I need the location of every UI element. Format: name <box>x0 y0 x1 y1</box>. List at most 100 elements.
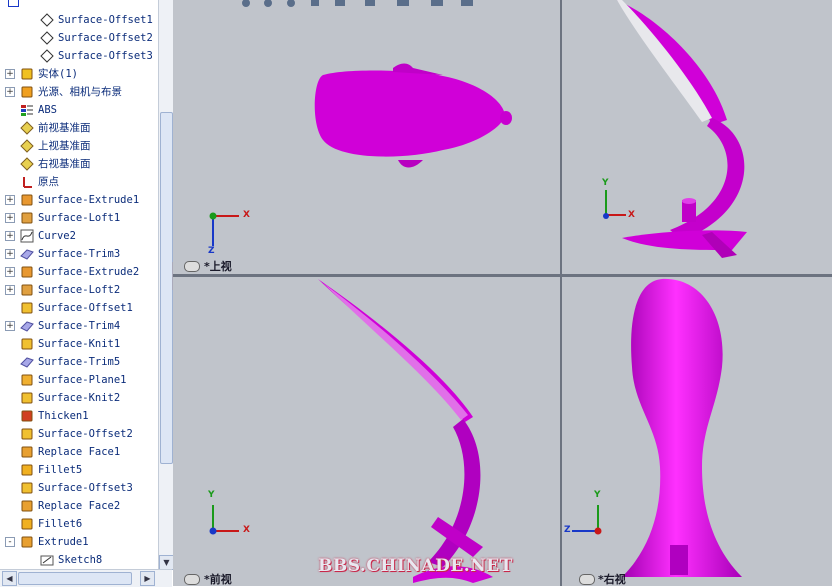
tree-item[interactable]: Surface-Offset3 <box>0 47 158 65</box>
expand-icon[interactable]: + <box>5 213 15 223</box>
tree-item-label: Surface-Trim5 <box>38 356 121 368</box>
tree-item[interactable]: + Curve2 <box>0 227 158 245</box>
tree-item-label: Surface-Offset2 <box>38 428 133 440</box>
expand-icon[interactable]: + <box>5 285 15 295</box>
tree-item[interactable]: Surface-Offset3 <box>0 479 158 497</box>
expand-icon[interactable]: + <box>5 249 15 259</box>
viewport-isometric[interactable]: Y X <box>562 0 832 274</box>
diamond-sketch-icon <box>40 49 54 63</box>
tree-item[interactable]: Replace Face1 <box>0 443 158 461</box>
collapse-icon[interactable]: - <box>5 537 15 547</box>
scroll-right-icon[interactable]: ▶ <box>140 571 155 586</box>
iso-view-model <box>603 0 747 258</box>
tree-item[interactable]: 上视基准面 <box>0 137 158 155</box>
scroll-down-icon[interactable]: ▼ <box>159 555 174 570</box>
axis-z-label-right: Z <box>564 525 571 535</box>
tree-item[interactable]: + 光源、相机与布景 <box>0 83 158 101</box>
tree-item-label: Replace Face1 <box>38 446 121 458</box>
tree-item[interactable]: Surface-Offset1 <box>0 299 158 317</box>
viewport-divider-vertical[interactable] <box>560 0 562 586</box>
fillet-icon <box>20 463 34 477</box>
expand-icon[interactable]: + <box>5 231 15 241</box>
tree-item-label: Surface-Plane1 <box>38 374 127 386</box>
tree-item-label: Surface-Offset1 <box>38 302 133 314</box>
tree-item[interactable]: + Surface-Extrude2 <box>0 263 158 281</box>
axis-y-label-front: Y <box>208 490 215 500</box>
tree-item[interactable]: 原点 <box>0 173 158 191</box>
viewport-right[interactable]: Y Z *右视 <box>562 277 832 586</box>
tree-item-label: Surface-Offset3 <box>58 50 153 62</box>
tree-item[interactable]: Surface-Knit2 <box>0 389 158 407</box>
plane-icon <box>20 157 34 171</box>
extrude-icon <box>20 535 34 549</box>
origin-icon <box>20 175 34 189</box>
scroll-left-icon[interactable]: ◀ <box>2 571 17 586</box>
tree-item[interactable]: + Surface-Trim3 <box>0 245 158 263</box>
hscroll-thumb[interactable] <box>18 572 132 585</box>
expand-icon[interactable]: + <box>5 321 15 331</box>
viewport-divider-horizontal[interactable] <box>173 274 832 277</box>
fillet-icon <box>20 517 34 531</box>
thicken-icon <box>20 409 34 423</box>
axis-triad-right <box>572 505 602 535</box>
tree-item[interactable]: Fillet6 <box>0 515 158 533</box>
view-link-icon[interactable] <box>184 261 200 272</box>
tree-item-label: 原点 <box>38 176 59 188</box>
axis-x-label: X <box>243 210 250 220</box>
tree-item[interactable]: 前视基准面 <box>0 119 158 137</box>
tree-item[interactable]: + Surface-Loft2 <box>0 281 158 299</box>
tree-vertical-scrollbar[interactable]: ▼ <box>158 0 174 570</box>
tree-item[interactable]: Fillet5 <box>0 461 158 479</box>
tree-item[interactable]: 右视基准面 <box>0 155 158 173</box>
surface-knit-icon <box>20 391 34 405</box>
tree-item-label: Curve2 <box>38 230 76 242</box>
tree-item[interactable]: + Surface-Trim4 <box>0 317 158 335</box>
axis-x-label-iso: X <box>628 210 635 220</box>
expand-icon[interactable]: + <box>5 87 15 97</box>
tree-item[interactable]: Sketch8 <box>0 551 158 569</box>
replace-face-icon <box>20 445 34 459</box>
surface-offset-icon <box>20 481 34 495</box>
tree-item-label: ABS <box>38 104 57 116</box>
tree-item-label: Surface-Extrude2 <box>38 266 140 278</box>
viewport-front[interactable]: Y X *前视 <box>173 277 560 586</box>
view-link-icon[interactable] <box>184 574 200 585</box>
tree-item[interactable]: + 实体(1) <box>0 65 158 83</box>
top-view-model <box>209 0 512 246</box>
tree-item[interactable]: Surface-Trim5 <box>0 353 158 371</box>
diamond-sketch-icon <box>40 13 54 27</box>
tree-item-label: Surface-Offset1 <box>58 14 153 26</box>
tree-top-marker <box>8 0 19 7</box>
tree-item[interactable]: Surface-Offset2 <box>0 29 158 47</box>
tree-item-label: Sketch8 <box>58 554 103 566</box>
tree-item[interactable]: + Surface-Loft1 <box>0 209 158 227</box>
view-link-icon[interactable] <box>579 574 595 585</box>
viewport-top[interactable]: X Z *上视 <box>173 0 560 274</box>
tree-item-label: 前视基准面 <box>38 122 91 134</box>
expand-icon[interactable]: + <box>5 195 15 205</box>
tree-item-label: Extrude1 <box>38 536 89 548</box>
tree-item[interactable]: Surface-Offset1 <box>0 11 158 29</box>
diamond-sketch-icon <box>40 31 54 45</box>
expand-icon[interactable]: + <box>5 267 15 277</box>
tree-item-label: Surface-Trim4 <box>38 320 121 332</box>
tree-item[interactable]: Surface-Offset2 <box>0 425 158 443</box>
tree-item-label: Surface-Knit2 <box>38 392 121 404</box>
tree-horizontal-scrollbar[interactable]: ◀ ▶ <box>0 569 172 587</box>
tree-item-label: 实体(1) <box>38 68 78 80</box>
tree-item-label: Surface-Offset2 <box>58 32 153 44</box>
tree-item[interactable]: ABS <box>0 101 158 119</box>
feature-manager-tree: Surface-Offset1 Surface-Offset2 Surface-Of… <box>0 0 159 569</box>
tree-item-label: Surface-Extrude1 <box>38 194 140 206</box>
tree-item[interactable]: Thicken1 <box>0 407 158 425</box>
tree-item-label: Replace Face2 <box>38 500 121 512</box>
tree-item-label: Surface-Offset3 <box>38 482 133 494</box>
right-view-model <box>572 278 742 577</box>
tree-item[interactable]: + Surface-Extrude1 <box>0 191 158 209</box>
tree-item[interactable]: Replace Face2 <box>0 497 158 515</box>
viewport-top-label: *上视 <box>204 260 232 273</box>
expand-icon[interactable]: + <box>5 69 15 79</box>
tree-item[interactable]: - Extrude1 <box>0 533 158 551</box>
tree-item[interactable]: Surface-Knit1 <box>0 335 158 353</box>
tree-item[interactable]: Surface-Plane1 <box>0 371 158 389</box>
